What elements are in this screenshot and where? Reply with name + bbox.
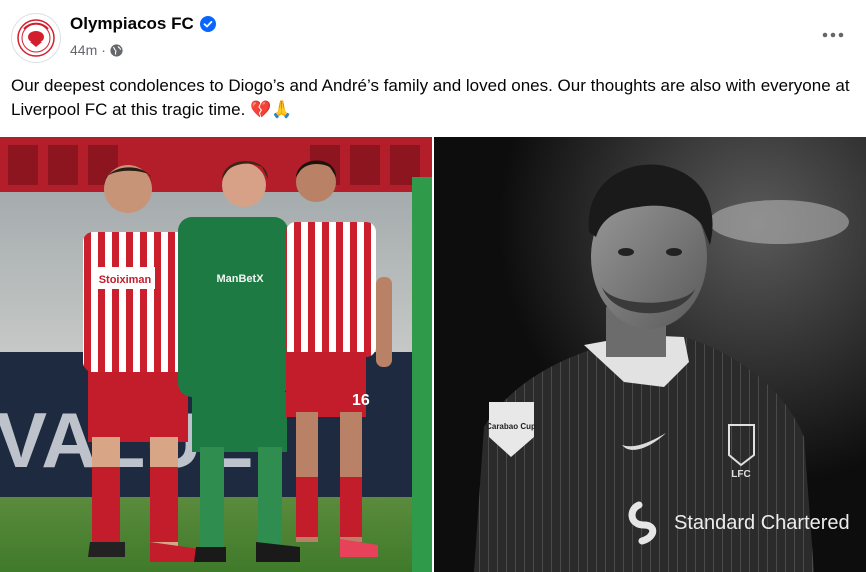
post-meta: 44m · [70,42,123,58]
author-name[interactable]: Olympiacos FC [70,14,194,34]
page-avatar[interactable] [11,13,61,63]
post-photos: VALUE Stoiximan [0,137,866,572]
post-timestamp[interactable]: 44m [70,42,97,58]
post-message: Our deepest condolences to Diogo’s and A… [11,76,850,119]
post-header: Olympiacos FC 44m · [0,0,866,70]
meta-separator: · [101,42,106,58]
olympiacos-crest-icon [13,15,59,61]
crest-label: LFC [731,469,750,480]
jersey-number: 16 [352,392,370,409]
post-author[interactable]: Olympiacos FC [70,14,216,34]
globe-icon[interactable] [110,43,123,57]
jersey-sponsor-left: Stoiximan [99,274,152,286]
jersey-sponsor-center: ManBetX [216,273,264,285]
photo-football-match[interactable]: VALUE Stoiximan [0,137,432,572]
photo-liverpool-player[interactable]: LFC Carabao Cup Standard Chartered [434,137,866,572]
sponsor-text: Standard Chartered [674,512,850,534]
cup-patch-label: Carabao Cup [486,422,536,431]
more-options-icon[interactable] [820,22,846,48]
verified-badge-icon [199,16,216,32]
